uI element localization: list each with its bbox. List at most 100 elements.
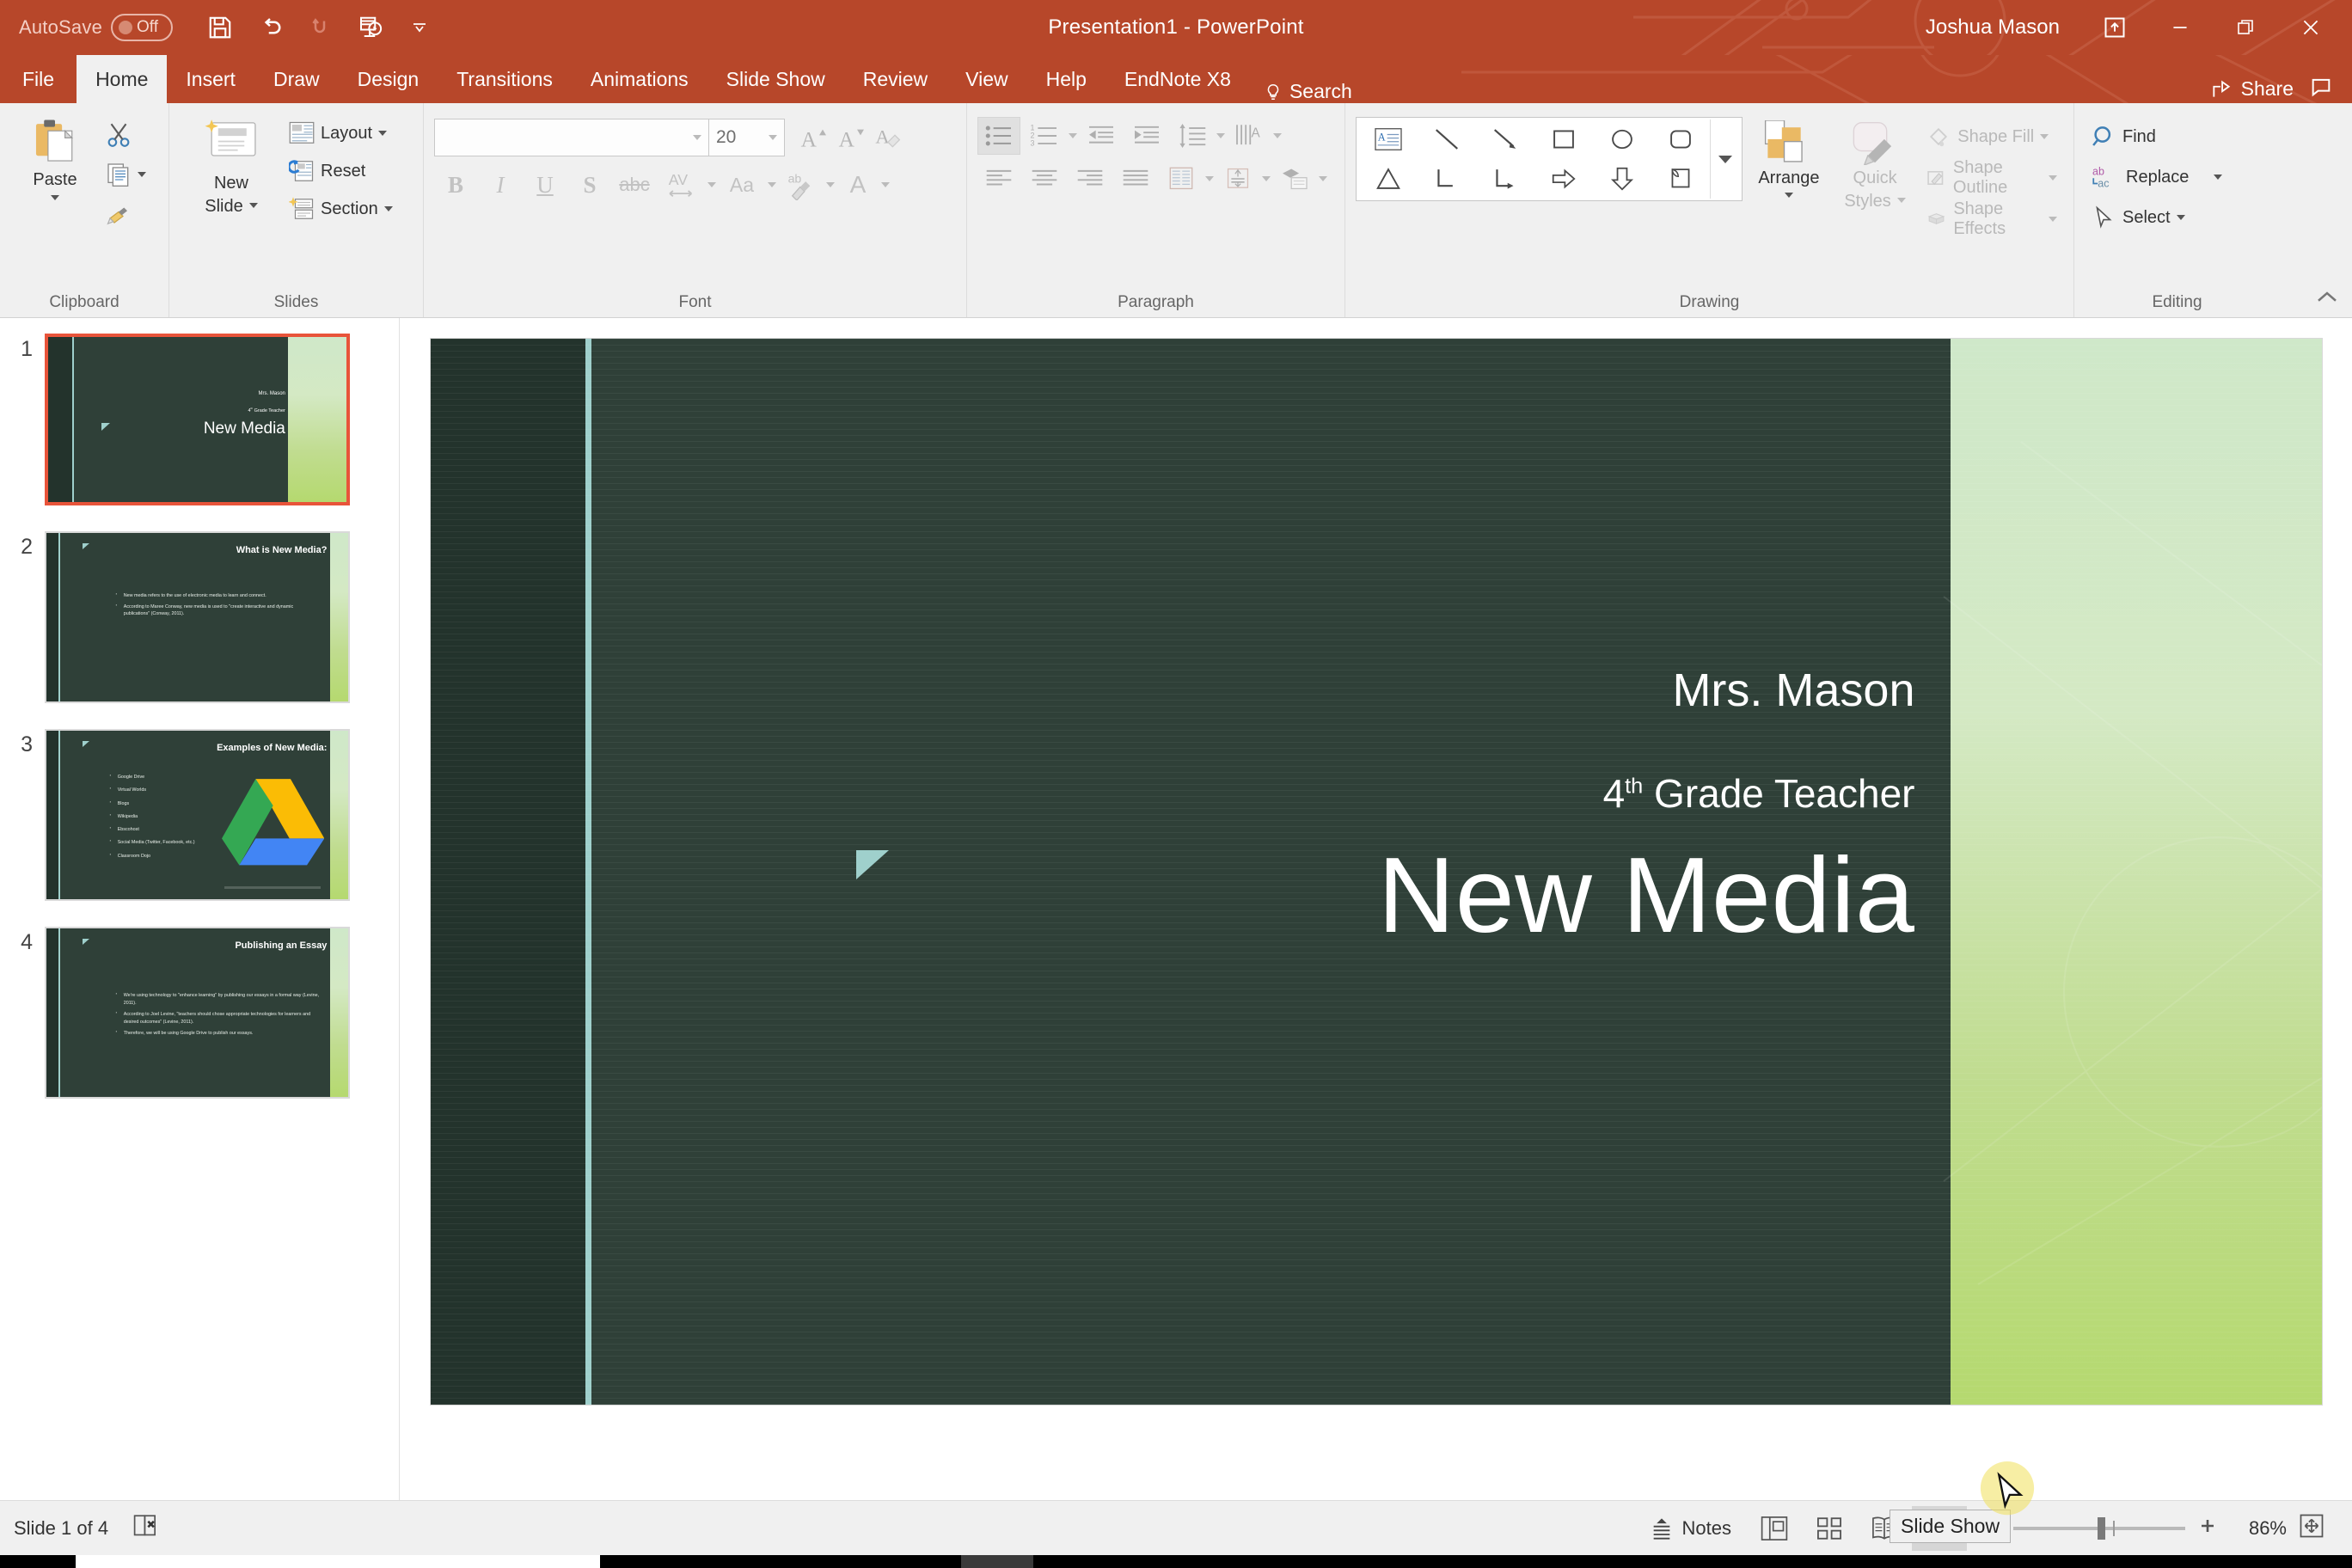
accessibility-checker-icon[interactable]: [132, 1513, 162, 1544]
font-color-button[interactable]: A: [836, 165, 879, 205]
view-normal-button[interactable]: [1747, 1506, 1802, 1551]
screen-recorder-rec-icon[interactable]: [1539, 1555, 1611, 1568]
tab-draw[interactable]: Draw: [254, 55, 339, 103]
tab-animations[interactable]: Animations: [572, 55, 707, 103]
zoom-in-button[interactable]: [2197, 1516, 2218, 1541]
collapse-ribbon-button[interactable]: [2314, 289, 2340, 310]
shape-fill-button[interactable]: Shape Fill: [1920, 119, 2063, 155]
clear-formatting-button[interactable]: A: [869, 119, 907, 156]
tab-endnote-x8[interactable]: EndNote X8: [1106, 55, 1250, 103]
restore-button[interactable]: [2213, 0, 2278, 55]
slide-presenter-name[interactable]: Mrs. Mason: [1672, 664, 1914, 717]
thumbnail-slide-4[interactable]: Publishing an Essay We're using technolo…: [45, 927, 350, 1099]
shape-rectangle-icon[interactable]: [1534, 119, 1593, 159]
shape-outline-caret-icon[interactable]: [2049, 175, 2057, 181]
columns-caret-icon[interactable]: [1205, 176, 1214, 181]
paste-button[interactable]: Paste: [10, 113, 100, 200]
evernote-icon[interactable]: [1322, 1555, 1394, 1568]
task-view-button[interactable]: [600, 1555, 672, 1568]
tab-review[interactable]: Review: [844, 55, 946, 103]
font-size-caret-icon[interactable]: [769, 135, 777, 140]
zoom-slider[interactable]: [2013, 1516, 2185, 1540]
microsoft-edge-icon[interactable]: [817, 1555, 889, 1568]
strikethrough-button[interactable]: abc: [613, 165, 656, 205]
thumbnail-slide-1[interactable]: Mrs. Mason 4th Grade Teacher New Media: [45, 334, 350, 505]
numbering-button[interactable]: 1 2 3: [1023, 117, 1066, 155]
cut-button[interactable]: [100, 117, 138, 153]
convert-to-smartart-button[interactable]: [1273, 160, 1316, 198]
tab-home[interactable]: Home: [77, 55, 168, 103]
text-direction-button[interactable]: A: [1228, 117, 1271, 155]
layout-caret-icon[interactable]: [378, 131, 388, 136]
justify-button[interactable]: [1114, 160, 1157, 198]
align-left-button[interactable]: [977, 160, 1020, 198]
tab-design[interactable]: Design: [339, 55, 438, 103]
search-box[interactable]: Search: [1250, 80, 1366, 103]
people-icon[interactable]: [1788, 1555, 1841, 1568]
fit-to-window-icon[interactable]: [2299, 1513, 2324, 1544]
microsoft-powerpoint-icon[interactable]: P: [961, 1555, 1033, 1568]
file-explorer-icon[interactable]: [672, 1555, 744, 1568]
microsoft-word-icon[interactable]: W: [889, 1555, 961, 1568]
shape-effects-button[interactable]: Shape Effects: [1920, 199, 2063, 238]
microsoft-excel-icon[interactable]: X: [1033, 1555, 1106, 1568]
format-painter-button[interactable]: [100, 196, 138, 232]
layout-button[interactable]: Layout: [283, 115, 399, 151]
new-slide-button[interactable]: New Slide: [180, 113, 283, 217]
section-button[interactable]: Section: [283, 191, 399, 227]
zoom-control[interactable]: 86%: [1967, 1513, 2338, 1544]
character-spacing-caret-icon[interactable]: [707, 182, 716, 187]
line-spacing-caret-icon[interactable]: [1216, 133, 1225, 138]
slide-presenter-subtitle[interactable]: 4th Grade Teacher: [1603, 770, 1915, 817]
align-center-button[interactable]: [1023, 160, 1066, 198]
notes-button[interactable]: Notes: [1634, 1506, 1747, 1551]
comments-icon[interactable]: [2309, 75, 2333, 103]
current-slide[interactable]: Mrs. Mason 4th Grade Teacher New Media: [430, 339, 2322, 1405]
section-caret-icon[interactable]: [383, 206, 393, 211]
slide-editing-pane[interactable]: Mrs. Mason 4th Grade Teacher New Media: [400, 318, 2352, 1500]
volume-icon[interactable]: [2055, 1555, 2108, 1568]
shape-elbow-connector-icon[interactable]: [1418, 159, 1476, 199]
action-center-icon[interactable]: 20: [2276, 1555, 2343, 1568]
smartart-caret-icon[interactable]: [1319, 176, 1327, 181]
thumbnail-slide-2[interactable]: What is New Media? New media refers to t…: [45, 531, 350, 703]
save-icon[interactable]: [195, 3, 245, 52]
tab-insert[interactable]: Insert: [167, 55, 254, 103]
autosave-toggle[interactable]: Off: [111, 14, 174, 41]
shapes-gallery-more-caret-icon[interactable]: [1710, 119, 1739, 199]
paste-caret-icon[interactable]: [51, 195, 59, 200]
shapes-gallery[interactable]: A: [1356, 117, 1743, 201]
font-color-caret-icon[interactable]: [881, 182, 890, 187]
show-hidden-icons-chevron[interactable]: [1841, 1555, 1895, 1568]
numbering-caret-icon[interactable]: [1069, 133, 1077, 138]
arrange-caret-icon[interactable]: [1784, 193, 1793, 198]
font-name-input[interactable]: [434, 119, 709, 156]
arrange-button[interactable]: Arrange: [1748, 117, 1830, 198]
replace-caret-icon[interactable]: [2214, 175, 2223, 180]
increase-font-size-button[interactable]: A: [793, 119, 831, 156]
zoom-percent[interactable]: 86%: [2230, 1517, 2287, 1540]
align-text-button[interactable]: [1216, 160, 1259, 198]
tab-file[interactable]: File: [0, 55, 77, 103]
decrease-indent-button[interactable]: [1080, 117, 1123, 155]
shape-down-arrow-icon[interactable]: [1593, 159, 1651, 199]
new-slide-caret-icon[interactable]: [248, 202, 258, 208]
tab-transitions[interactable]: Transitions: [438, 55, 572, 103]
underline-button[interactable]: U: [524, 165, 567, 205]
text-highlight-caret-icon[interactable]: [826, 182, 835, 187]
shape-fill-caret-icon[interactable]: [2040, 134, 2049, 139]
shape-outline-button[interactable]: Shape Outline: [1920, 158, 2063, 197]
tab-help[interactable]: Help: [1027, 55, 1106, 103]
text-highlight-color-button[interactable]: ab: [778, 165, 824, 205]
microsoft-outlook-icon[interactable]: O: [1106, 1555, 1178, 1568]
shape-triangle-icon[interactable]: [1359, 159, 1418, 199]
wifi-icon[interactable]: [2001, 1555, 2055, 1568]
select-button[interactable]: Select: [2085, 199, 2191, 236]
onedrive-icon[interactable]: [1895, 1555, 1948, 1568]
powerdirector-icon[interactable]: [1394, 1555, 1467, 1568]
microsoft-store-icon[interactable]: [744, 1555, 817, 1568]
change-case-button[interactable]: Aa: [718, 165, 766, 205]
minimize-button[interactable]: [2147, 0, 2213, 55]
slide-title[interactable]: New Media: [1378, 835, 1915, 957]
bullets-button[interactable]: [977, 117, 1020, 155]
